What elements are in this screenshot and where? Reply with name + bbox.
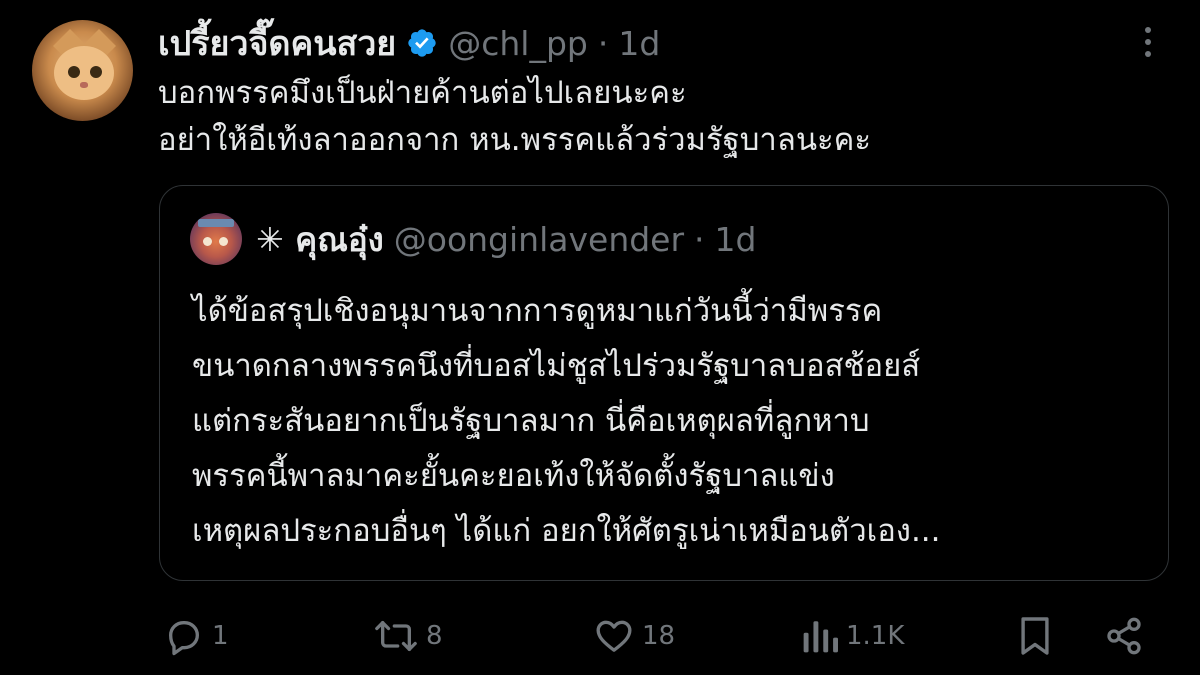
heart-icon — [594, 616, 634, 656]
quoted-author-name[interactable]: ✳ คุณอุ๋ง — [256, 213, 384, 266]
quoted-text-line: ได้ข้อสรุปเชิงอนุมานจากการดูหมาแก่วันนี้… — [192, 293, 883, 329]
quoted-text-line: พรรคนี้พาลมาคะยั้นคะยอเท้งให้จัดตั้งรัฐบ… — [192, 458, 835, 494]
avatar-cat-nose — [80, 82, 88, 88]
tweet-text-line: บอกพรรคมึงเป็นฝ่ายค้านต่อไปเลยนะคะ — [158, 75, 687, 111]
author-handle[interactable]: @chl_pp — [448, 24, 588, 63]
quoted-text-line: แต่กระสันอยากเป็นรัฐบาลมาก นี่คือเหตุผลท… — [192, 403, 870, 439]
avatar-eye — [219, 237, 228, 246]
avatar-headband — [198, 219, 234, 227]
views-icon — [802, 616, 838, 656]
reply-button[interactable]: 1 — [164, 608, 229, 664]
avatar-cat-eye — [68, 66, 80, 78]
quoted-text-line: เหตุผลประกอบอื่นๆ ได้แก่ อยกให้ศัตรูเน่า… — [192, 513, 941, 549]
reply-count: 1 — [212, 621, 229, 651]
quoted-tweet-header: ✳ คุณอุ๋ง @oonginlavender · 1d — [256, 216, 757, 262]
verified-badge-icon[interactable] — [406, 27, 438, 59]
more-options-icon[interactable] — [1136, 24, 1160, 60]
avatar-cat-eye — [90, 66, 102, 78]
retweet-count: 8 — [426, 621, 443, 651]
tweet-timestamp[interactable]: 1d — [618, 24, 660, 63]
header-separator: · — [694, 219, 705, 259]
tweet-header: เปรี้ยวจี๊ดคนสวย @chl_pp · 1d — [158, 20, 660, 66]
share-icon — [1104, 616, 1144, 656]
bookmark-icon — [1018, 615, 1052, 657]
quoted-text-line: ขนาดกลางพรรคนึงที่บอสไม่ชูสไปร่วมรัฐบาลบ… — [192, 348, 921, 384]
quoted-tweet-card[interactable]: ✳ คุณอุ๋ง @oonginlavender · 1d ได้ข้อสรุ… — [159, 185, 1169, 581]
quoted-author-handle[interactable]: @oonginlavender — [394, 220, 684, 259]
retweet-icon — [374, 616, 418, 656]
header-separator: · — [597, 23, 609, 63]
tweet-text-line: อย่าให้อีเท้งลาออกจาก หน.พรรคแล้วร่วมรัฐ… — [158, 122, 872, 158]
share-button[interactable] — [1104, 608, 1144, 664]
author-avatar[interactable] — [32, 20, 133, 121]
retweet-button[interactable]: 8 — [374, 608, 443, 664]
quoted-author-avatar[interactable] — [190, 213, 242, 265]
bookmark-button[interactable] — [1018, 608, 1052, 664]
author-name[interactable]: เปรี้ยวจี๊ดคนสวย — [158, 16, 396, 70]
quoted-tweet-text: ได้ข้อสรุปเชิงอนุมานจากการดูหมาแก่วันนี้… — [192, 284, 1152, 559]
tweet-action-bar: 1 8 18 1.1K — [0, 608, 1200, 664]
tweet-text: บอกพรรคมึงเป็นฝ่ายค้านต่อไปเลยนะคะ อย่าใ… — [158, 70, 1118, 164]
reply-icon — [164, 616, 204, 656]
avatar-cat-face — [54, 46, 114, 100]
views-count: 1.1K — [846, 621, 905, 651]
like-button[interactable]: 18 — [594, 608, 675, 664]
quoted-tweet-timestamp[interactable]: 1d — [715, 220, 757, 259]
like-count: 18 — [642, 621, 676, 651]
views-button[interactable]: 1.1K — [802, 608, 904, 664]
avatar-eye — [203, 237, 212, 246]
